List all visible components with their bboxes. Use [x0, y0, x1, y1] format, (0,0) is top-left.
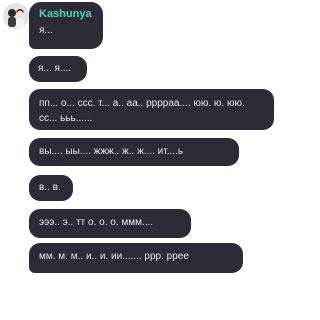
- message-bubble[interactable]: мм. м. м.. и.. и. ии....... ррр. ppee: [29, 243, 243, 273]
- message-text: мм. м. м.. и.. и. ии....... ррр. ppee: [39, 251, 189, 262]
- sender-name[interactable]: Kashunya: [39, 8, 93, 21]
- message-bubble[interactable]: я... я....: [29, 56, 87, 82]
- message-text: эээ.. э.. тт о. о. о. ммм....: [39, 217, 154, 228]
- message-text: вы.... ыы.... жжж.. ж.. ж.... ит....ь: [39, 146, 184, 157]
- message-bubble[interactable]: в.. в.: [29, 175, 73, 201]
- message-text: в.. в.: [39, 182, 61, 193]
- message-text: я... я....: [38, 63, 72, 74]
- avatar-image: [3, 3, 29, 29]
- message-bubble[interactable]: Kashunya я...: [29, 2, 103, 49]
- message-text: пп... о... ссс. т... а.. аа.. ррррaa....…: [39, 98, 245, 124]
- message-text: я...: [39, 25, 53, 36]
- message-bubble[interactable]: эээ.. э.. тт о. о. о. ммм....: [29, 209, 191, 238]
- message-bubble[interactable]: вы.... ыы.... жжж.. ж.. ж.... ит....ь: [29, 138, 239, 166]
- sender-avatar[interactable]: [3, 3, 29, 29]
- message-bubble[interactable]: пп... о... ссс. т... а.. аа.. ррррaa....…: [29, 89, 274, 130]
